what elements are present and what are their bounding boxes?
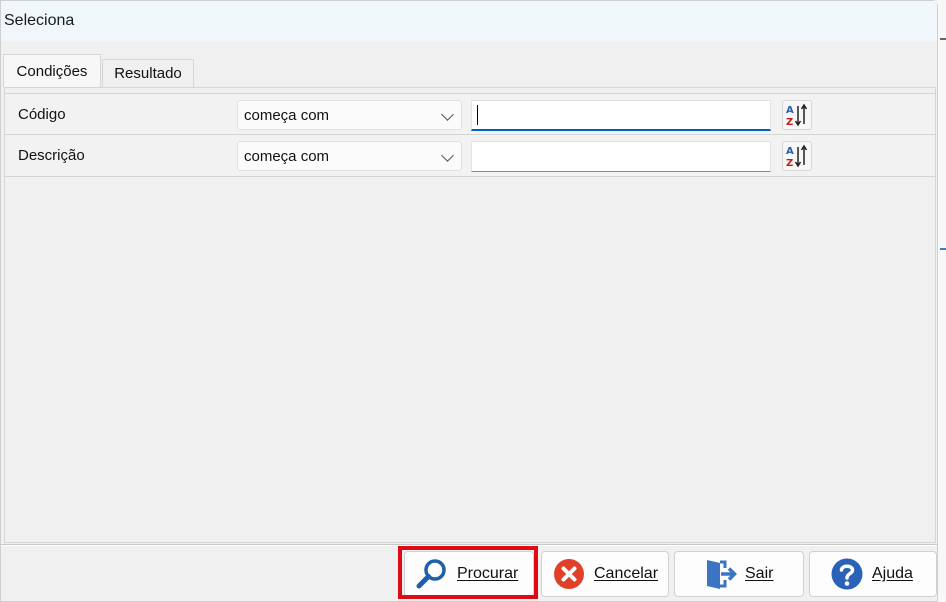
operator-value: começa com [244, 107, 330, 124]
search-button-label: Procurar [457, 565, 519, 582]
exit-button[interactable]: Sair [674, 551, 804, 597]
value-input-codigo[interactable] [471, 100, 771, 131]
condition-row-descricao: Descrição começa com A Z [5, 135, 935, 177]
exit-door-icon [703, 557, 737, 591]
sort-button-descricao[interactable]: A Z [782, 141, 812, 171]
svg-text:Z: Z [786, 117, 793, 128]
value-input-descricao[interactable] [471, 141, 771, 172]
text-caret [477, 105, 478, 125]
background-mark [940, 38, 946, 48]
tab-strip: Condições Resultado [1, 54, 937, 87]
tab-resultado[interactable]: Resultado [102, 59, 194, 87]
conditions-pane: Código começa com A Z Descrição começa c [4, 87, 936, 543]
exit-button-label: Sair [745, 565, 774, 582]
footer-separator [1, 544, 937, 546]
chevron-down-icon [441, 108, 454, 121]
operator-select-descricao[interactable]: começa com [237, 141, 462, 171]
cancel-button[interactable]: Cancelar [541, 551, 669, 597]
help-question-icon [830, 557, 864, 591]
sort-button-codigo[interactable]: A Z [782, 100, 812, 130]
tab-condicoes[interactable]: Condições [3, 54, 101, 87]
sort-az-icon: A Z [786, 144, 808, 169]
cancel-circle-icon [552, 557, 586, 591]
background-mark [940, 248, 946, 256]
chevron-down-icon [441, 149, 454, 162]
field-label-codigo: Código [18, 106, 66, 123]
svg-text:Z: Z [786, 158, 793, 169]
operator-value: começa com [244, 148, 330, 165]
dialog-title: Seleciona [4, 12, 75, 29]
magnifier-icon [415, 557, 449, 591]
svg-text:A: A [786, 105, 794, 116]
seleciona-dialog: Seleciona Condições Resultado Código com… [0, 0, 938, 602]
operator-select-codigo[interactable]: começa com [237, 100, 462, 130]
svg-text:A: A [786, 146, 794, 157]
condition-row-codigo: Código começa com A Z [5, 93, 935, 135]
help-button[interactable]: Ajuda [809, 551, 937, 597]
cancel-button-label: Cancelar [594, 565, 659, 582]
title-bar[interactable]: Seleciona [1, 1, 937, 41]
search-button[interactable]: Procurar [404, 551, 534, 597]
help-button-label: Ajuda [872, 565, 913, 582]
sort-az-icon: A Z [786, 103, 808, 128]
field-label-descricao: Descrição [18, 147, 85, 164]
